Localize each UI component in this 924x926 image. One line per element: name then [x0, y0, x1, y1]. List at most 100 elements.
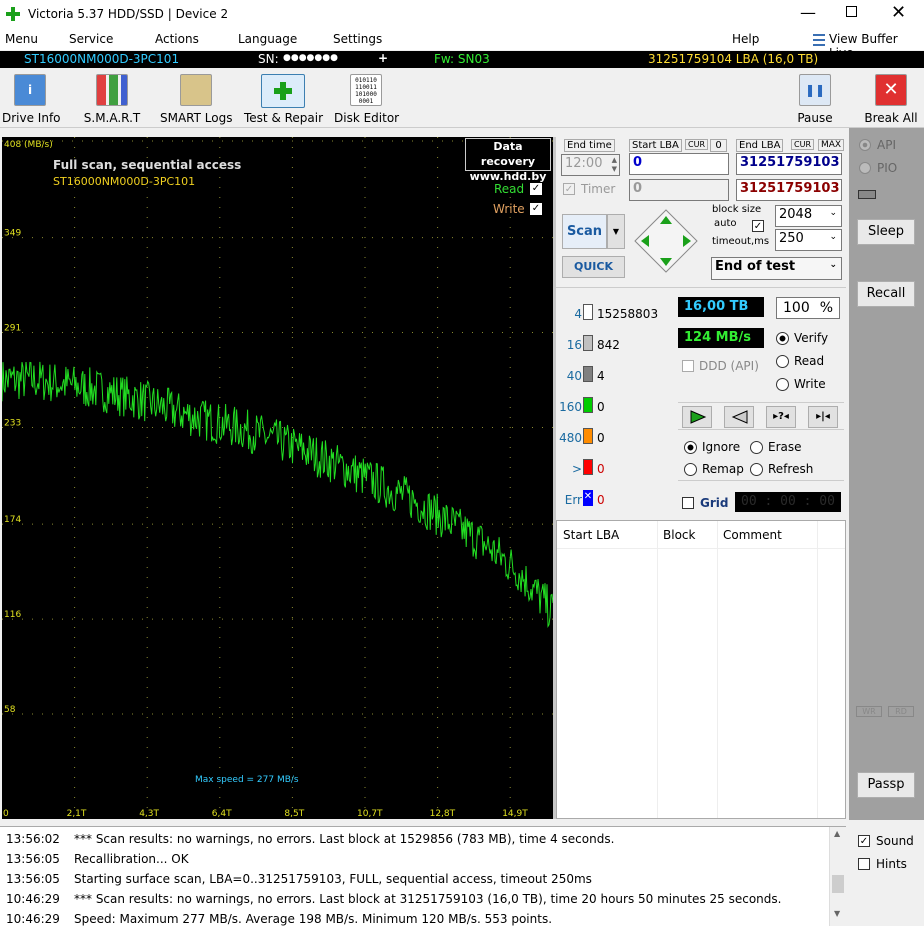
sleep-button[interactable]: Sleep [857, 219, 915, 245]
pio-radio[interactable] [859, 162, 871, 174]
quick-button[interactable]: QUICK [562, 256, 625, 278]
erase-radio[interactable] [750, 441, 763, 454]
data-recovery-badge[interactable]: Data recovery www.hdd.by [465, 138, 551, 183]
scroll-up-icon[interactable]: ▲ [834, 829, 840, 838]
stat-color-bar [583, 304, 593, 320]
end-time-input[interactable]: 12:00 ▲ ▼ [561, 154, 620, 176]
log-panel[interactable]: 13:56:02 *** Scan results: no warnings, n… [0, 826, 846, 926]
verify-radio[interactable] [776, 332, 789, 345]
smart-logs-button[interactable]: SMART Logs [160, 74, 232, 126]
ignore-radio[interactable] [684, 441, 697, 454]
scroll-thumb[interactable] [832, 875, 844, 893]
smart-logs-label: SMART Logs [160, 111, 233, 125]
direction-pad-icon[interactable] [633, 208, 699, 274]
read-legend-checkbox[interactable]: ✓ [530, 183, 542, 195]
break-all-label: Break All [864, 111, 918, 125]
test-repair-button[interactable]: Test & Repair [244, 74, 323, 126]
log-entry: 13:56:05 Starting surface scan, LBA=0..31… [6, 872, 592, 886]
menu-item-menu[interactable]: Menu [5, 32, 38, 46]
ddd-checkbox[interactable] [682, 360, 694, 372]
write-legend-label: Write [493, 202, 525, 216]
stat-color-bar [583, 397, 593, 413]
indicator-led [858, 190, 876, 199]
drive-info-button[interactable]: i Drive Info [2, 74, 61, 126]
plus-button[interactable]: + [378, 51, 388, 65]
timer-checkbox[interactable]: ✓ [563, 183, 575, 195]
x-tick-label: 4,3T [139, 809, 159, 819]
break-all-button[interactable]: ✕ Break All [862, 74, 920, 126]
log-scrollbar[interactable]: ▲ ▼ [829, 827, 846, 926]
write-radio[interactable] [776, 378, 789, 391]
x-tick-label: 10,7T [357, 809, 383, 819]
pause-button[interactable]: ❚❚ Pause [790, 74, 840, 126]
sound-checkbox[interactable]: ✓ [858, 835, 870, 847]
stat-value-6: 0 [597, 493, 605, 507]
skip-question-button[interactable]: ▸?◂ [766, 406, 796, 428]
scroll-down-icon[interactable]: ▼ [834, 909, 840, 918]
refresh-radio[interactable] [750, 463, 763, 476]
block-size-select[interactable]: 2048 ⌄ [775, 205, 842, 227]
menu-item-settings[interactable]: Settings [333, 32, 382, 46]
size-display: 16,00 TB [678, 297, 764, 317]
graph-title: Full scan, sequential access [53, 158, 242, 172]
skip-end-button[interactable]: ▸|◂ [808, 406, 838, 428]
timer-input[interactable]: 0 [629, 179, 729, 201]
binary-icon: 010110 110011 101000 0001 [350, 74, 382, 106]
x-tick-label: 6,4T [212, 809, 232, 819]
auto-label: auto [712, 218, 739, 229]
time-spin-icon[interactable]: ▲ ▼ [612, 156, 617, 174]
menu-item-actions[interactable]: Actions [155, 32, 199, 46]
minimize-button[interactable]: — [800, 3, 816, 22]
end-lba-input[interactable]: 31251759103 [736, 153, 842, 175]
stat-value-0: 15258803 [597, 307, 659, 321]
recall-button[interactable]: Recall [857, 281, 915, 307]
reverse-button[interactable] [724, 406, 754, 428]
column-comment[interactable]: Comment [723, 528, 782, 542]
start-zero-button[interactable]: 0 [710, 139, 727, 152]
start-cur-button[interactable]: CUR [685, 139, 708, 150]
menu-item-service[interactable]: Service [69, 32, 113, 46]
end-of-test-select[interactable]: End of test ⌄ [711, 257, 842, 280]
column-block[interactable]: Block [663, 528, 695, 542]
remap-radio[interactable] [684, 463, 697, 476]
read-legend-label: Read [494, 182, 525, 196]
column-start-lba[interactable]: Start LBA [563, 528, 619, 542]
smart-button[interactable]: S.M.A.R.T [82, 74, 142, 126]
stat-color-bar: ✕ [583, 490, 593, 506]
end-lba-2-input[interactable]: 31251759103 [736, 179, 842, 201]
log-message: Speed: Maximum 277 MB/s. Average 198 MB/… [74, 912, 553, 926]
scan-dropdown-button[interactable]: ▼ [607, 214, 625, 249]
stat-value-5: 0 [597, 462, 605, 476]
write-label: Write [794, 377, 826, 391]
bad-blocks-table[interactable]: Start LBA Block Comment [556, 520, 846, 819]
end-max-button[interactable]: MAX [818, 139, 845, 151]
log-time: 13:56:05 [6, 852, 60, 866]
start-lba-input[interactable]: 0 [629, 153, 729, 175]
api-radio[interactable] [859, 139, 871, 151]
write-legend-checkbox[interactable]: ✓ [530, 203, 542, 215]
passp-button[interactable]: Passp [857, 772, 915, 798]
column-divider [717, 521, 718, 818]
column-divider [817, 521, 818, 818]
elapsed-timer-display: 00 : 00 : 00 [735, 492, 841, 512]
maximize-button[interactable] [846, 6, 857, 17]
read-series-line [2, 361, 553, 628]
close-button[interactable]: ✕ [891, 2, 906, 23]
reverse-icon [731, 410, 748, 424]
end-cur-button[interactable]: CUR [791, 139, 814, 150]
hints-checkbox[interactable] [858, 858, 870, 870]
timeout-select[interactable]: 250 ⌄ [775, 229, 842, 251]
speed-graph: 408 (MB/s) 349 291 233 174 116 58 0 2,1T 4,3T 6,4T… [2, 137, 553, 819]
play-button[interactable] [682, 406, 712, 428]
sound-hints-panel: ✓ Sound Hints [849, 826, 924, 926]
disk-editor-button[interactable]: 010110 110011 101000 0001 Disk Editor [334, 74, 399, 126]
x-tick-label: 0 [3, 809, 9, 819]
menu-item-language[interactable]: Language [238, 32, 297, 46]
read-radio[interactable] [776, 355, 789, 368]
scan-button[interactable]: Scan [562, 214, 607, 249]
grid-checkbox[interactable] [682, 497, 694, 509]
menu-item-help[interactable]: Help [732, 32, 759, 46]
stat-label-5: > [571, 462, 582, 476]
log-entry: 13:56:05 Recallibration... OK [6, 852, 189, 866]
auto-checkbox[interactable]: ✓ [752, 220, 764, 232]
